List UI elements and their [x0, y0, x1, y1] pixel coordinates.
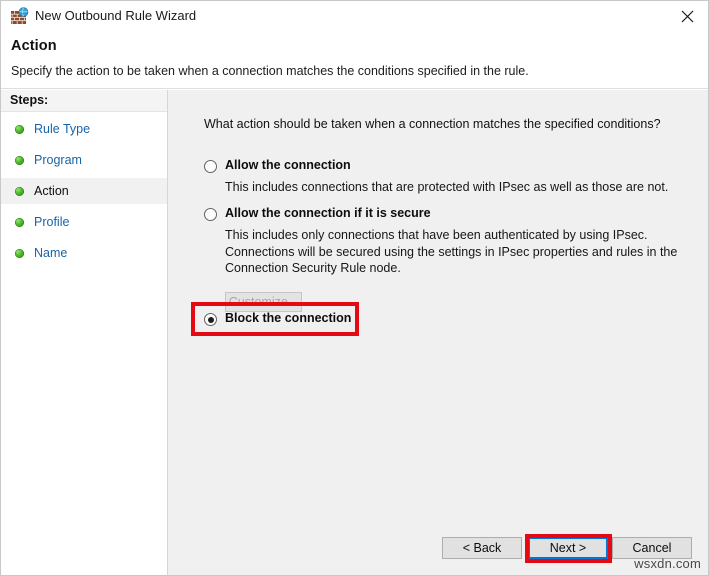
- sidebar-item-program[interactable]: Program: [1, 147, 167, 173]
- window-title: New Outbound Rule Wizard: [35, 8, 197, 23]
- option-title: Block the connection: [225, 311, 352, 325]
- sidebar-item-label: Rule Type: [34, 122, 91, 136]
- sidebar-item-label: Profile: [34, 215, 70, 229]
- step-bullet-icon: [15, 186, 24, 196]
- option-description: This includes connections that are prote…: [225, 180, 669, 194]
- step-bullet-icon: [15, 248, 24, 258]
- radio-allow-the-connection[interactable]: [204, 160, 217, 173]
- sidebar-item-action[interactable]: Action: [1, 178, 167, 204]
- radio-allow-the-connection-if-it-is-secure[interactable]: [204, 208, 217, 221]
- sidebar-item-profile[interactable]: Profile: [1, 209, 167, 235]
- step-bullet-icon: [15, 217, 24, 227]
- new-outbound-rule-wizard-window: New Outbound Rule Wizard Action Specify …: [0, 0, 709, 576]
- radio-block-the-connection[interactable]: [204, 313, 217, 326]
- watermark: wsxdn.com: [634, 556, 701, 571]
- option-title: Allow the connection if it is secure: [225, 206, 431, 220]
- steps-heading-label: Steps:: [10, 93, 49, 107]
- steps-heading: Steps:: [1, 90, 167, 112]
- sidebar-item-label: Name: [34, 246, 68, 260]
- page-subtitle: Specify the action to be taken when a co…: [11, 64, 529, 78]
- page-title: Action: [11, 38, 57, 54]
- action-question: What action should be taken when a conne…: [204, 117, 661, 131]
- sidebar-item-rule-type[interactable]: Rule Type: [1, 116, 167, 142]
- sidebar-item-label: Action: [34, 184, 69, 198]
- close-icon[interactable]: [664, 1, 708, 31]
- sidebar-item-name[interactable]: Name: [1, 240, 167, 266]
- page-header: Action Specify the action to be taken wh…: [1, 32, 708, 89]
- title-bar: New Outbound Rule Wizard: [1, 1, 708, 32]
- steps-sidebar: Steps: Rule Type Program Action Profile …: [1, 90, 168, 575]
- step-bullet-icon: [15, 155, 24, 165]
- firewall-brick-globe-icon: [10, 7, 29, 26]
- customize-button[interactable]: Customize...: [225, 292, 302, 312]
- option-description: This includes only connections that have…: [225, 228, 678, 275]
- step-bullet-icon: [15, 124, 24, 134]
- next-button[interactable]: Next >: [528, 537, 608, 559]
- main-content: What action should be taken when a conne…: [168, 90, 708, 575]
- option-title: Allow the connection: [225, 158, 351, 172]
- sidebar-item-label: Program: [34, 153, 82, 167]
- back-button[interactable]: < Back: [442, 537, 522, 559]
